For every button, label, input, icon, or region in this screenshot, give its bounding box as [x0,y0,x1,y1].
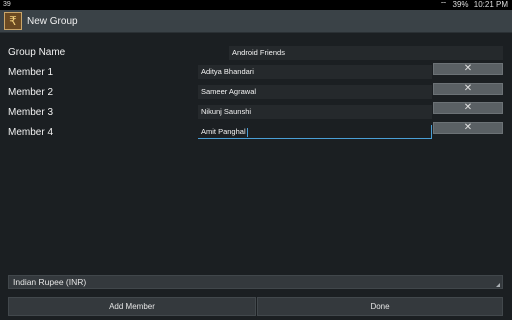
member-2-label: Member 2 [8,87,54,98]
dropdown-corner-icon [496,283,500,287]
add-member-button[interactable]: Add Member [8,297,256,316]
text-cursor [246,127,248,137]
status-right: ⌔ 39% 10:21 PM [437,0,508,10]
currency-selected: Indian Rupee (INR) [13,277,87,287]
remove-member-2-button[interactable]: ✕ [433,83,503,95]
remove-member-3-button[interactable]: ✕ [433,102,503,114]
status-left-text: 39 [3,1,11,8]
page-title: New Group [27,16,78,27]
member-1-field[interactable]: Aditya Bhandari [198,65,432,79]
done-button[interactable]: Done [257,297,503,316]
member-4-value: Amit Panghal [201,127,246,136]
group-name-label: Group Name [8,47,66,58]
clock: 10:21 PM [473,0,508,9]
member-1-label: Member 1 [8,67,54,78]
remove-member-4-button[interactable]: ✕ [433,122,503,134]
member-4-field[interactable]: Amit Panghal [198,125,432,139]
wifi-icon: ⌔ [439,0,448,9]
close-icon: ✕ [463,102,473,113]
member-3-field[interactable]: Nikunj Saunshi [198,105,432,119]
status-bar: 39 ⌔ 39% 10:21 PM [0,0,512,10]
close-icon: ✕ [463,83,473,94]
group-name-field[interactable]: Android Friends [229,46,503,60]
close-icon: ✕ [463,63,473,74]
battery-percent: 39% [452,0,469,9]
close-icon: ✕ [463,122,473,133]
member-2-field[interactable]: Sameer Agrawal [198,85,432,99]
member-4-label: Member 4 [8,127,54,138]
app-icon[interactable]: ₹ [4,12,22,30]
currency-select[interactable]: Indian Rupee (INR) [8,275,503,289]
remove-member-1-button[interactable]: ✕ [433,63,503,75]
action-bar: ₹ New Group [0,10,512,33]
member-3-label: Member 3 [8,107,54,118]
